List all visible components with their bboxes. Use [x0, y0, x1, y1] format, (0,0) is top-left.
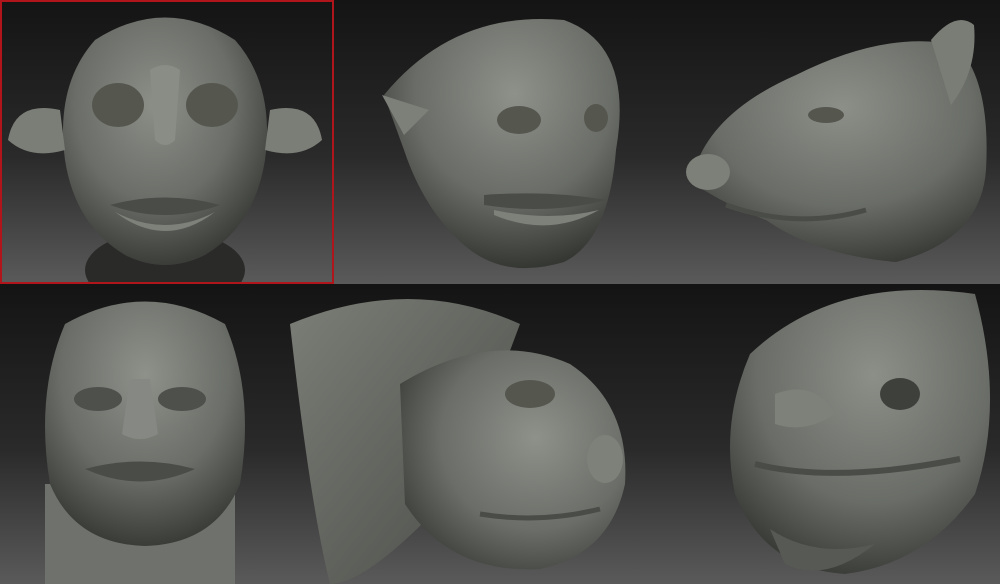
sculpt-thumb-1[interactable] [0, 0, 334, 284]
rodent-head-profile [686, 20, 987, 262]
feline-creature-head [290, 299, 626, 584]
sculpt-thumb-5[interactable] [290, 284, 675, 584]
reptilian-creature-head [730, 290, 990, 574]
sculpt-thumb-2[interactable] [334, 0, 656, 284]
alien-head-three-quarter [382, 18, 620, 269]
humanoid-head-front [45, 301, 245, 584]
sculpt-gallery [0, 0, 1000, 584]
sculpt-thumb-4[interactable] [0, 284, 290, 584]
sculpt-thumb-3[interactable] [656, 0, 1000, 284]
alien-head-front [8, 17, 322, 284]
sculpt-thumb-6[interactable] [675, 284, 1000, 584]
